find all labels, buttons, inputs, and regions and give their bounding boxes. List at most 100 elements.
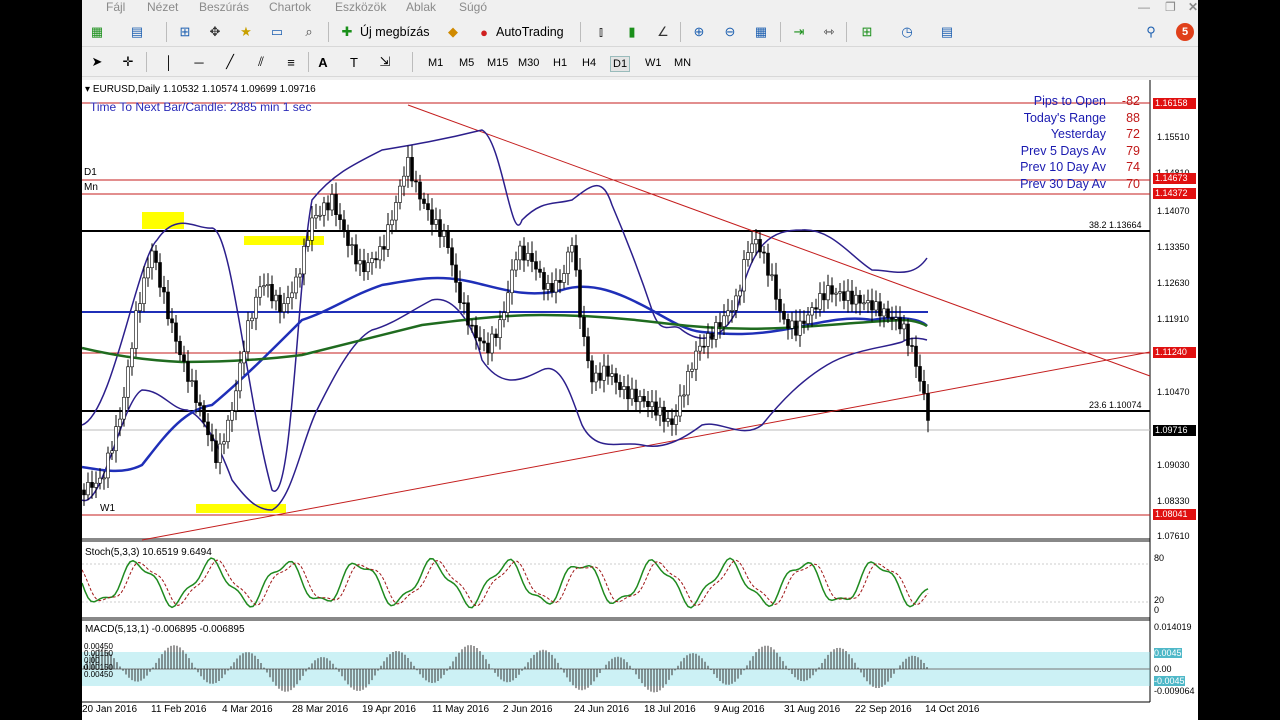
arrows-icon[interactable]: ⇲ bbox=[376, 53, 394, 71]
candle-body bbox=[654, 401, 658, 416]
macd-header: MACD(5,13,1) -0.006895 -0.006895 bbox=[85, 624, 245, 635]
candle-body bbox=[286, 297, 290, 304]
text-icon[interactable]: A bbox=[314, 53, 332, 71]
info-value: 79 bbox=[1126, 144, 1140, 158]
timeframe-h4[interactable]: H4 bbox=[580, 56, 598, 70]
chart-shift-icon[interactable]: ⇥ bbox=[790, 23, 808, 41]
bar-chart-icon[interactable]: ⫾ bbox=[592, 23, 610, 41]
candle-body bbox=[566, 251, 570, 274]
notifications-badge[interactable]: 5 bbox=[1176, 23, 1194, 41]
candle-body bbox=[442, 230, 446, 237]
menu-view[interactable]: Nézet bbox=[147, 0, 178, 14]
new-order-button[interactable]: Új megbízás bbox=[360, 25, 429, 39]
date-tick: 31 Aug 2016 bbox=[784, 704, 841, 715]
candle-body bbox=[278, 294, 282, 312]
candle-body bbox=[522, 245, 526, 261]
candle-body bbox=[626, 386, 630, 400]
channel-icon[interactable]: ⫽ bbox=[252, 53, 270, 71]
new-order-icon[interactable]: ✚ bbox=[338, 23, 356, 41]
candlestick-icon[interactable]: ▮ bbox=[623, 23, 641, 41]
candle-body bbox=[346, 230, 350, 246]
timeframe-m15[interactable]: M15 bbox=[485, 56, 510, 70]
date-tick: 24 Jun 2016 bbox=[574, 704, 630, 715]
templates-icon[interactable]: ▤ bbox=[938, 23, 956, 41]
timeframe-m30[interactable]: M30 bbox=[516, 56, 541, 70]
label-w1: W1 bbox=[100, 503, 115, 514]
profiles-icon[interactable]: ▤ bbox=[128, 23, 146, 41]
navigator-icon[interactable]: ✥ bbox=[206, 23, 224, 41]
macd-tick: -0.009064 bbox=[1154, 686, 1195, 696]
autotrading-icon[interactable]: ● bbox=[475, 23, 493, 41]
candle-body bbox=[446, 230, 450, 249]
candle-body bbox=[334, 194, 338, 215]
candle-body bbox=[554, 280, 558, 293]
trendline-icon[interactable]: ╱ bbox=[221, 53, 239, 71]
cursor-icon[interactable]: ➤ bbox=[88, 53, 106, 71]
candle-body bbox=[810, 307, 814, 316]
price-tick: 1.14070 bbox=[1157, 206, 1190, 216]
menu-help[interactable]: Súgó bbox=[459, 0, 487, 14]
new-chart-icon[interactable]: ▦ bbox=[88, 23, 106, 41]
indicators-icon[interactable]: ⊞ bbox=[858, 23, 876, 41]
crosshair-icon[interactable]: ✛ bbox=[119, 53, 137, 71]
vertical-line-icon[interactable]: │ bbox=[160, 53, 178, 71]
autotrading-button[interactable]: AutoTrading bbox=[496, 25, 564, 39]
data-window-icon[interactable]: ★ bbox=[237, 23, 255, 41]
candle-body bbox=[490, 333, 494, 354]
strategy-tester-icon[interactable]: ⌕ bbox=[300, 23, 318, 41]
menu-charts[interactable]: Chartok bbox=[269, 0, 311, 14]
menu-insert[interactable]: Beszúrás bbox=[199, 0, 249, 14]
candle-body bbox=[366, 262, 370, 273]
candle-body bbox=[486, 342, 490, 354]
restore-icon[interactable]: ❐ bbox=[1165, 0, 1176, 14]
menu-window[interactable]: Ablak bbox=[406, 0, 436, 14]
chart-window[interactable]: ▾ EURUSD,Daily 1.10532 1.10574 1.09699 1… bbox=[82, 80, 1198, 720]
current-price-box: 1.09716 bbox=[1153, 425, 1196, 436]
close-icon[interactable]: ✕ bbox=[1188, 0, 1198, 14]
candle-body bbox=[622, 386, 626, 390]
candle-body bbox=[882, 308, 886, 317]
terminal-icon[interactable]: ▭ bbox=[268, 23, 286, 41]
market-watch-icon[interactable]: ⊞ bbox=[176, 23, 194, 41]
tile-windows-icon[interactable]: ▦ bbox=[752, 23, 770, 41]
candle-body bbox=[394, 202, 398, 221]
candle-body bbox=[770, 274, 774, 277]
macd-tick: 0.0045 bbox=[1154, 648, 1182, 658]
minimize-icon[interactable]: — bbox=[1138, 0, 1150, 14]
metaeditor-icon[interactable]: ◆ bbox=[444, 23, 462, 41]
info-value: -82 bbox=[1121, 94, 1140, 108]
timeframe-d1[interactable]: D1 bbox=[610, 56, 631, 72]
timeframe-m5[interactable]: M5 bbox=[457, 56, 476, 70]
candle-body bbox=[878, 301, 882, 317]
text-label-icon[interactable]: T bbox=[345, 53, 363, 71]
candle-body bbox=[482, 340, 486, 344]
price-tick: 1.11910 bbox=[1157, 314, 1189, 324]
periods-icon[interactable]: ◷ bbox=[898, 23, 916, 41]
zoom-in-icon[interactable]: ⊕ bbox=[690, 23, 708, 41]
candle-body bbox=[234, 390, 238, 411]
candle-body bbox=[774, 274, 778, 300]
timeframe-w1[interactable]: W1 bbox=[643, 56, 664, 70]
pane-separator bbox=[82, 538, 1150, 542]
fibonacci-icon[interactable]: ≡ bbox=[282, 53, 300, 71]
timeframe-h1[interactable]: H1 bbox=[551, 56, 569, 70]
timeframe-mn[interactable]: MN bbox=[672, 56, 693, 70]
menu-file[interactable]: Fájl bbox=[106, 0, 125, 14]
candle-body bbox=[754, 239, 758, 245]
candle-body bbox=[750, 243, 754, 253]
candle-body bbox=[138, 303, 142, 311]
zoom-out-icon[interactable]: ⊖ bbox=[721, 23, 739, 41]
timeframe-m1[interactable]: M1 bbox=[426, 56, 445, 70]
horizontal-line-icon[interactable]: ─ bbox=[190, 53, 208, 71]
candle-body bbox=[418, 181, 422, 200]
line-chart-icon[interactable]: ∠ bbox=[654, 23, 672, 41]
candle-body bbox=[382, 246, 386, 250]
autoscroll-icon[interactable]: ⇿ bbox=[820, 23, 838, 41]
candle-body bbox=[794, 320, 798, 336]
search-icon[interactable]: ⚲ bbox=[1142, 23, 1160, 41]
menu-tools[interactable]: Eszközök bbox=[335, 0, 386, 14]
date-tick: 9 Aug 2016 bbox=[714, 704, 765, 715]
info-label: Today's Range bbox=[1023, 111, 1106, 125]
candle-body bbox=[730, 310, 734, 312]
candle-body bbox=[686, 371, 690, 396]
